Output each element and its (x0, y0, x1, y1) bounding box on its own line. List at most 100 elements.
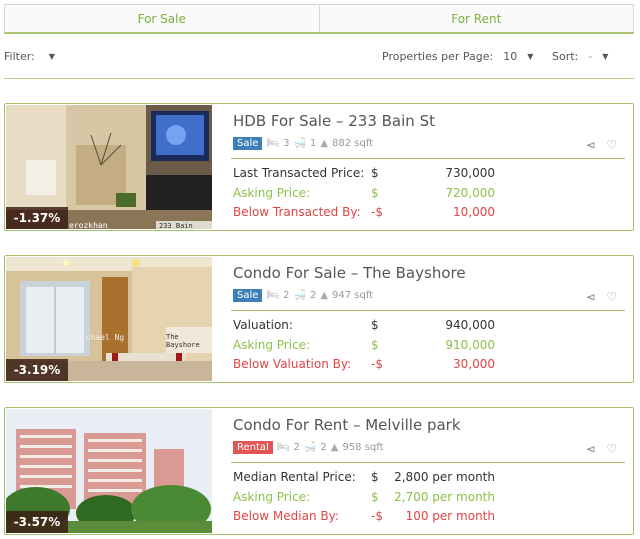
row-value: 720,000 (445, 185, 495, 200)
price-row: Below Median By: -$ 100 per month (233, 507, 495, 527)
row-value: 2,700 per month (394, 488, 495, 508)
beds-count: 3 (283, 138, 290, 149)
heart-icon[interactable]: ♡ (606, 138, 617, 152)
filter-dropdown[interactable]: Filter: ▼ (4, 50, 55, 63)
row-label: Below Transacted By: (233, 205, 361, 219)
area-value: 882 sqft (332, 138, 374, 149)
row-amount: 2,700 (394, 489, 429, 504)
listing-title[interactable]: Condo For Sale – The Bayshore (233, 264, 466, 282)
listing-card[interactable]: erozkhan 233 Bain Street -1.37% HDB For … (4, 103, 634, 231)
row-label: Median Rental Price: (233, 470, 356, 484)
row-unit: per month (432, 470, 495, 484)
bath-icon: 🛁 (293, 290, 306, 301)
share-icon[interactable]: ⋖ (586, 138, 596, 152)
area-value: 958 sqft (342, 442, 384, 453)
listing-photo[interactable]: -3.57% (6, 409, 212, 533)
tab-for-sale[interactable]: For Sale (5, 5, 319, 32)
price-table: Median Rental Price: $ 2,800 per month A… (233, 468, 495, 527)
heart-icon[interactable]: ♡ (606, 290, 617, 304)
share-icon[interactable]: ⋖ (586, 290, 596, 304)
listing-title[interactable]: HDB For Sale – 233 Bain St (233, 112, 435, 130)
listing-photo[interactable]: Michael Ng The Bayshore -3.19% (6, 257, 212, 381)
row-currency: $ (371, 470, 379, 484)
sort-label: Sort: (552, 50, 579, 63)
row-unit: per month (432, 489, 495, 504)
price-row: Asking Price: $ 720,000 (233, 184, 495, 204)
row-label: Below Median By: (233, 509, 339, 523)
row-currency: $ (371, 166, 379, 180)
price-row: Asking Price: $ 2,700 per month (233, 488, 495, 508)
listing-actions: ⋖ ♡ (586, 290, 617, 304)
listing-card[interactable]: Michael Ng The Bayshore -3.19% Condo For… (4, 255, 634, 383)
baths-count: 1 (309, 138, 317, 149)
row-currency: -$ (371, 357, 383, 371)
card-divider (231, 462, 625, 463)
price-change-badge: -1.37% (6, 207, 68, 229)
price-row: Valuation: $ 940,000 (233, 316, 495, 336)
area-icon: ▲ (330, 442, 339, 453)
row-value: 940,000 (445, 318, 495, 332)
card-divider (231, 158, 625, 159)
listing-actions: ⋖ ♡ (586, 442, 617, 456)
row-label: Below Valuation By: (233, 357, 352, 371)
row-label: Last Transacted Price: (233, 166, 365, 180)
row-unit: per month (432, 509, 495, 523)
sort-dropdown[interactable]: Sort: - ▼ (552, 50, 608, 63)
listing-meta: Sale 🛏 2 🛁 2 ▲ 947 sqft (233, 289, 373, 302)
baths-count: 2 (309, 290, 317, 301)
photo-watermark: Michael Ng (76, 333, 125, 342)
bed-icon: 🛏 (266, 138, 280, 149)
sale-tag: Sale (233, 289, 263, 302)
chevron-down-icon: ▼ (602, 52, 609, 61)
listing-meta: Sale 🛏 3 🛁 1 ▲ 882 sqft (233, 137, 373, 150)
bath-icon: 🛁 (303, 442, 317, 453)
row-label: Asking Price: (233, 489, 311, 504)
area-value: 947 sqft (332, 290, 374, 301)
row-currency: -$ (371, 205, 383, 219)
row-label: Asking Price: (233, 337, 311, 352)
per-page-value: 10 (503, 50, 518, 63)
price-change-badge: -3.19% (6, 359, 68, 381)
listing-meta: Rental 🛏 2 🛁 2 ▲ 958 sqft (233, 441, 384, 454)
photo-caption: The Bayshore (166, 333, 200, 349)
share-icon[interactable]: ⋖ (586, 442, 596, 456)
per-page-dropdown[interactable]: Properties per Page: 10 ▼ (382, 50, 533, 63)
row-value: 100 per month (406, 507, 495, 527)
price-row: Asking Price: $ 910,000 (233, 336, 495, 356)
row-value: 2,800 per month (394, 468, 495, 488)
listing-toolbar: Filter: ▼ Properties per Page: 10 ▼ Sort… (4, 44, 634, 70)
row-value: 30,000 (453, 357, 495, 371)
baths-count: 2 (320, 442, 327, 453)
row-amount: 100 (405, 509, 429, 523)
photo-watermark: erozkhan (69, 221, 108, 229)
listing-title[interactable]: Condo For Rent – Melville park (233, 416, 461, 434)
beds-count: 2 (283, 290, 290, 301)
bed-icon: 🛏 (266, 290, 280, 301)
chevron-down-icon: ▼ (527, 52, 534, 61)
price-table: Last Transacted Price: $ 730,000 Asking … (233, 164, 495, 223)
per-page-label: Properties per Page: (382, 50, 494, 63)
rental-tag: Rental (233, 441, 273, 454)
filter-label: Filter: (4, 50, 35, 63)
chevron-down-icon: ▼ (48, 52, 55, 61)
heart-icon[interactable]: ♡ (606, 442, 617, 456)
price-table: Valuation: $ 940,000 Asking Price: $ 910… (233, 316, 495, 375)
row-currency: $ (371, 337, 379, 352)
price-change-badge: -3.57% (6, 511, 68, 533)
row-currency: $ (371, 185, 379, 200)
price-row: Median Rental Price: $ 2,800 per month (233, 468, 495, 488)
row-currency: $ (371, 489, 379, 504)
row-currency: -$ (371, 509, 383, 523)
bed-icon: 🛏 (276, 442, 290, 453)
toolbar-divider (4, 78, 634, 79)
row-value: 730,000 (445, 166, 495, 180)
row-value: 10,000 (453, 205, 495, 219)
listing-photo[interactable]: erozkhan 233 Bain Street -1.37% (6, 105, 212, 229)
row-label: Asking Price: (233, 185, 311, 200)
row-currency: $ (371, 318, 379, 332)
card-divider (231, 310, 625, 311)
listing-card[interactable]: -3.57% Condo For Rent – Melville park Re… (4, 407, 634, 535)
tab-for-rent[interactable]: For Rent (318, 5, 633, 32)
sort-value: - (588, 50, 593, 63)
row-amount: 2,800 (394, 470, 429, 484)
